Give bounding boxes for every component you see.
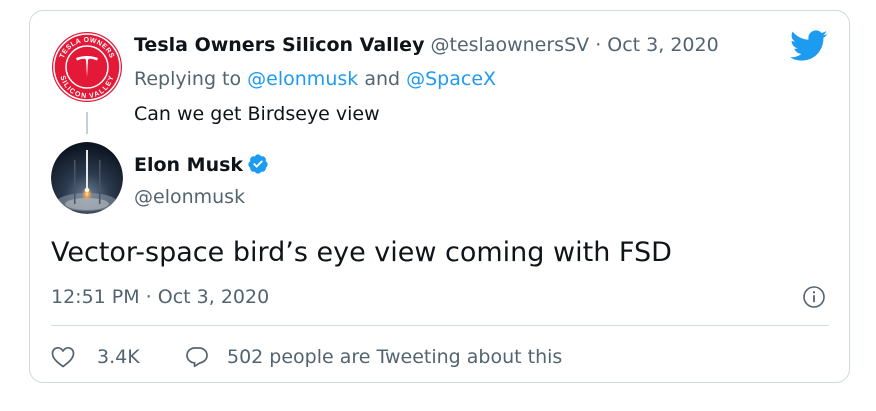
replying-to-line: Replying to @elonmusk and @SpaceX xyxy=(134,66,496,92)
parent-tweet-date[interactable]: Oct 3, 2020 xyxy=(607,34,718,56)
actions-divider xyxy=(51,325,829,326)
twitter-bird-icon[interactable] xyxy=(790,30,828,62)
parent-tweet-text: Can we get Birdseye view xyxy=(134,103,380,125)
main-author-handle[interactable]: @elonmusk xyxy=(134,184,245,210)
tweet-timestamp[interactable]: 12:51 PM · Oct 3, 2020 xyxy=(51,284,269,310)
main-author-name[interactable]: Elon Musk xyxy=(134,154,243,176)
header-separator: · xyxy=(595,34,602,56)
main-tweet-text: Vector-space bird’s eye view coming with… xyxy=(51,237,672,268)
main-author-row: Elon Musk xyxy=(134,152,269,178)
elon-musk-avatar[interactable] xyxy=(51,142,123,214)
thread-connector-line xyxy=(86,112,88,134)
tesla-owners-avatar[interactable]: TESLA OWNERS SILICON VALLEY xyxy=(51,31,123,103)
replying-and: and xyxy=(364,68,401,90)
like-count: 3.4K xyxy=(97,346,140,368)
tweeting-about-label: 502 people are Tweeting about this xyxy=(227,346,563,368)
verified-badge-icon xyxy=(248,154,268,174)
parent-tweet-header: Tesla Owners Silicon Valley @teslaowners… xyxy=(134,32,719,58)
heart-icon xyxy=(51,346,75,368)
parent-author-name[interactable]: Tesla Owners Silicon Valley xyxy=(134,34,424,56)
replying-prefix: Replying to xyxy=(134,68,242,90)
parent-author-handle[interactable]: @teslaownersSV xyxy=(431,34,590,56)
mention-link-elonmusk[interactable]: @elonmusk xyxy=(247,68,358,90)
comment-bubble-icon xyxy=(186,347,208,368)
reply-button[interactable]: 502 people are Tweeting about this xyxy=(185,343,625,371)
like-button[interactable]: 3.4K xyxy=(51,343,161,371)
mention-link-spacex[interactable]: @SpaceX xyxy=(406,68,496,90)
info-icon[interactable] xyxy=(802,285,826,309)
